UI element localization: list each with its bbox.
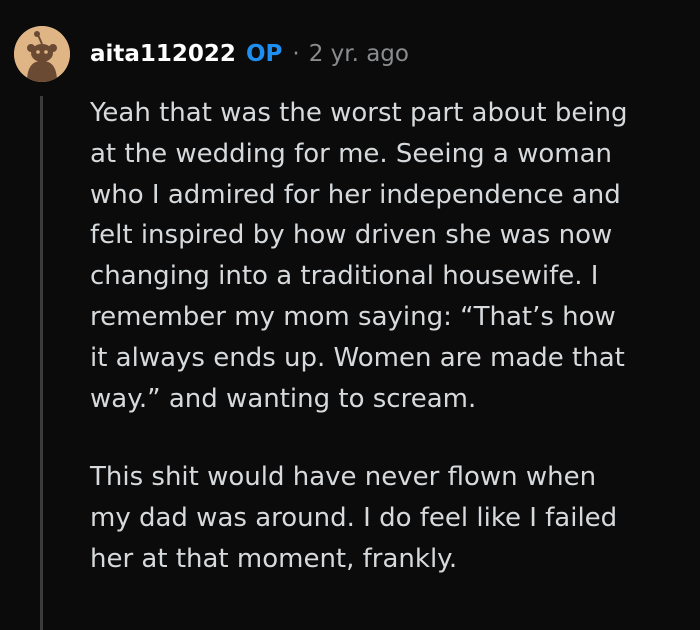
user-avatar[interactable]: [14, 26, 70, 82]
comment-line: felt inspired by how driven she was now: [90, 220, 613, 251]
comment-line: changing into a traditional housewife. I: [90, 261, 599, 292]
meta-separator: ·: [292, 41, 300, 67]
comment-meta: aita112022 OP · 2 yr. ago: [90, 37, 409, 71]
comment-line: way.” and wanting to scream.: [90, 383, 477, 414]
comment-line: who I admired for her independence and: [90, 179, 621, 210]
op-badge: OP: [245, 41, 283, 67]
comment-line: This shit would have never flown when: [90, 462, 597, 493]
comment-line: Yeah that was the worst part about being: [90, 98, 628, 128]
comment-line: it always ends up. Women are made that: [90, 342, 625, 373]
comment-line: remember my mom saying: “That’s how: [90, 301, 616, 332]
comment-line: my dad was around. I do feel like I fail…: [90, 503, 618, 534]
comment-paragraph: Yeah that was the worst part about being…: [90, 93, 680, 419]
comment-line: her at that moment, frankly.: [90, 543, 458, 574]
comment-body: Yeah that was the worst part about being…: [90, 93, 680, 580]
comment-paragraph: This shit would have never flown when my…: [90, 457, 680, 579]
username-link[interactable]: aita112022: [90, 41, 236, 67]
comment-timestamp[interactable]: 2 yr. ago: [309, 41, 409, 67]
comment-line: at the wedding for me. Seeing a woman: [90, 138, 613, 169]
snoo-avatar-icon: [14, 26, 70, 82]
comment: aita112022 OP · 2 yr. ago Yeah that was …: [0, 0, 700, 630]
thread-collapse-line[interactable]: [40, 96, 43, 630]
